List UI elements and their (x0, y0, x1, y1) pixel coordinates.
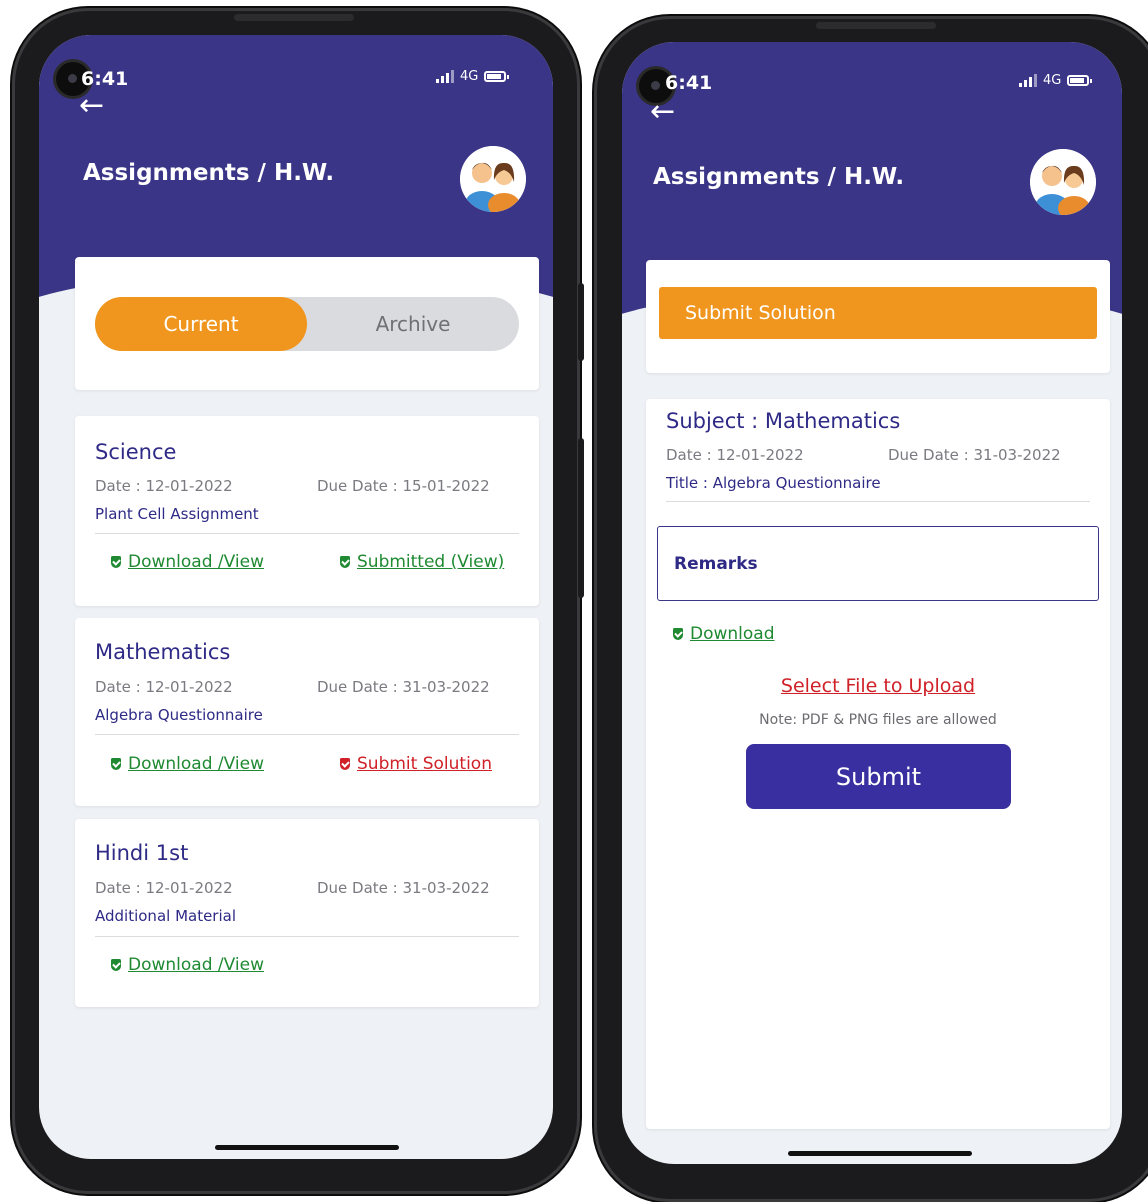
status-time: 6:41 (81, 68, 129, 90)
tabs-card: Current Archive (75, 257, 539, 390)
back-arrow-icon[interactable]: ← (79, 91, 104, 121)
download-view-link[interactable]: Download /View (111, 754, 264, 774)
assignment-due-date: Due Date : 31-03-2022 (317, 879, 490, 897)
left-screen: 6:41 4G ← Assignments / H.W. Current Arc… (39, 35, 553, 1159)
assignment-card: Science Date : 12-01-2022 Due Date : 15-… (75, 416, 539, 606)
submitted-view-link[interactable]: Submitted (View) (340, 552, 504, 572)
remarks-field[interactable]: Remarks (657, 526, 1099, 601)
submit-solution-card: Submit Solution (646, 260, 1110, 373)
assignment-subject: Hindi 1st (95, 841, 189, 865)
download-label: Download (690, 624, 775, 644)
divider (95, 936, 519, 937)
assignment-date: Date : 12-01-2022 (95, 678, 233, 696)
home-indicator (788, 1151, 972, 1156)
left-phone: 6:41 4G ← Assignments / H.W. Current Arc… (12, 8, 584, 1194)
page-title: Assignments / H.W. (653, 164, 905, 190)
speaker (816, 22, 936, 29)
detail-date: Date : 12-01-2022 (666, 446, 804, 464)
avatar-icon[interactable] (1030, 149, 1096, 215)
submit-solution-header: Submit Solution (659, 287, 1097, 339)
battery-icon (1067, 75, 1093, 86)
network-label: 4G (1043, 73, 1062, 88)
battery-icon (484, 71, 510, 82)
assignment-title: Additional Material (95, 907, 237, 925)
download-view-link[interactable]: Download /View (111, 552, 264, 572)
assignment-card: Mathematics Date : 12-01-2022 Due Date :… (75, 618, 539, 806)
divider (95, 533, 519, 534)
detail-due-date: Due Date : 31-03-2022 (888, 446, 1061, 464)
download-link[interactable]: Download (673, 624, 775, 644)
assignment-due-date: Due Date : 15-01-2022 (317, 477, 490, 495)
shield-check-icon (111, 959, 121, 971)
download-view-label: Download /View (128, 552, 264, 572)
download-view-label: Download /View (128, 754, 264, 774)
tab-current[interactable]: Current (95, 297, 307, 351)
shield-check-icon (111, 556, 121, 568)
solution-detail-card: Subject : Mathematics Date : 12-01-2022 … (646, 399, 1110, 1129)
submitted-view-label: Submitted (View) (357, 552, 505, 572)
power-button (578, 283, 584, 361)
assignment-due-date: Due Date : 31-03-2022 (317, 678, 490, 696)
upload-note: Note: PDF & PNG files are allowed (759, 712, 997, 728)
status-icons: 4G (436, 69, 510, 84)
shield-check-icon (340, 556, 350, 568)
select-file-upload-link[interactable]: Select File to Upload (646, 675, 1110, 697)
shield-check-icon (340, 758, 350, 770)
divider (666, 501, 1090, 502)
volume-button (578, 438, 584, 598)
assignment-date: Date : 12-01-2022 (95, 477, 233, 495)
status-time: 6:41 (665, 72, 713, 94)
detail-title: Title : Algebra Questionnaire (666, 474, 881, 492)
download-view-label: Download /View (128, 955, 264, 975)
signal-icon (436, 70, 454, 83)
submit-solution-label: Submit Solution (357, 754, 492, 774)
submit-solution-link[interactable]: Submit Solution (340, 754, 492, 774)
avatar-icon[interactable] (460, 146, 526, 212)
tab-archive[interactable]: Archive (307, 297, 519, 351)
shield-check-icon (111, 758, 121, 770)
speaker (234, 14, 354, 21)
page-title: Assignments / H.W. (83, 160, 335, 186)
assignment-card: Hindi 1st Date : 12-01-2022 Due Date : 3… (75, 819, 539, 1007)
status-icons: 4G (1019, 73, 1093, 88)
shield-check-icon (673, 628, 683, 640)
right-screen: 6:41 4G ← Assignments / H.W. Submit Solu… (622, 42, 1122, 1164)
assignment-date: Date : 12-01-2022 (95, 879, 233, 897)
tab-switcher: Current Archive (95, 297, 519, 351)
right-phone: 6:41 4G ← Assignments / H.W. Submit Solu… (594, 16, 1148, 1202)
submit-button[interactable]: Submit (746, 744, 1011, 809)
assignment-subject: Mathematics (95, 640, 231, 664)
back-arrow-icon[interactable]: ← (650, 97, 675, 127)
download-view-link[interactable]: Download /View (111, 955, 264, 975)
signal-icon (1019, 74, 1037, 87)
assignment-title: Algebra Questionnaire (95, 706, 263, 724)
assignment-subject: Science (95, 440, 177, 464)
home-indicator (215, 1145, 399, 1150)
divider (95, 734, 519, 735)
detail-subject: Subject : Mathematics (666, 409, 901, 433)
assignment-title: Plant Cell Assignment (95, 505, 259, 523)
network-label: 4G (460, 69, 479, 84)
